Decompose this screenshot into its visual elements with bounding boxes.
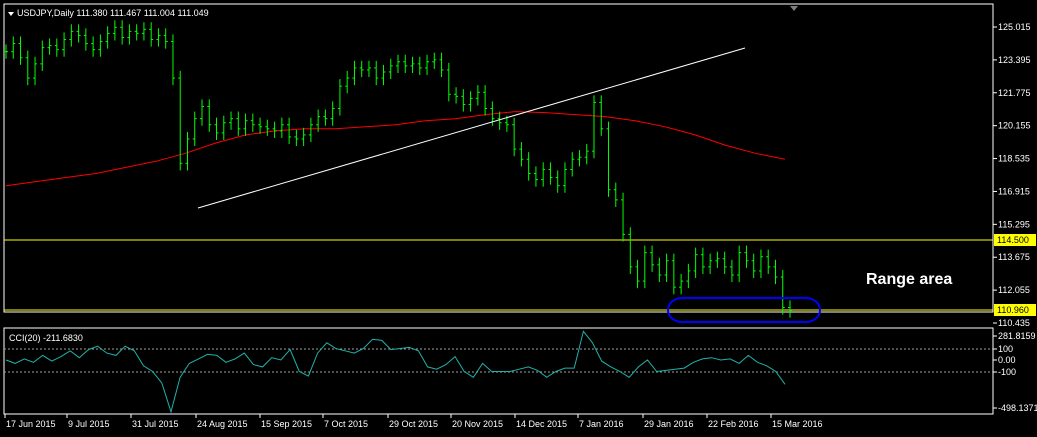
time-tick-label: 14 Dec 2015 [516,419,567,429]
level-badge-110960: 110.960 [994,304,1036,316]
cci-tick-label: -100 [998,367,1016,377]
time-tick-label: 7 Oct 2015 [324,419,368,429]
time-tick-label: 29 Jan 2016 [644,419,694,429]
price-tick-label: 123.395 [998,55,1031,65]
ma-layer [5,111,786,187]
time-tick-label: 24 Aug 2015 [197,419,248,429]
candle-layer [4,20,792,318]
main-frame [3,3,994,415]
cci-tick-label: 100 [998,344,1013,354]
symbol-line: USDJPY,Daily 111.380 111.467 111.004 111… [17,8,209,18]
time-tick-label: 17 Jun 2015 [6,419,56,429]
time-tick-label: 31 Jul 2015 [132,419,179,429]
time-tick-label: 29 Oct 2015 [389,419,438,429]
price-tick-label: 118.535 [998,154,1030,164]
svg-text:114.500: 114.500 [997,235,1029,245]
svg-text:110.960: 110.960 [997,305,1029,315]
price-tick-label: 125.015 [998,22,1031,32]
cci-tick-label: 281.8159 [998,331,1036,341]
price-tick-label: 112.055 [998,285,1030,295]
indicator-title: CCI(20) -211.6830 [9,333,83,343]
time-tick-label: 7 Jan 2016 [579,419,624,429]
level-badge-114500: 114.500 [994,234,1036,246]
price-tick-label: 115.295 [998,219,1030,229]
price-tick-label: 116.915 [998,186,1030,196]
price-tick-label: 113.675 [998,252,1030,262]
time-tick-label: 15 Sep 2015 [261,419,312,429]
price-tick-label: 121.775 [998,88,1031,98]
time-tick-label: 15 Mar 2016 [772,419,823,429]
price-axis: 125.015 123.395 121.775 120.155 118.535 116.9… [993,22,1031,328]
cci-tick-label: -498.1371 [998,403,1037,413]
chart-canvas[interactable]: USDJPY,Daily 111.380 111.467 111.004 111… [0,0,1037,437]
range-label: Range area [866,271,952,288]
time-axis: 17 Jun 2015 9 Jul 2015 31 Jul 2015 24 Aug 2… [4,414,823,429]
price-tick-label: 110.435 [998,318,1030,328]
time-tick-label: 9 Jul 2015 [68,419,110,429]
triangle-down-icon[interactable] [8,12,14,16]
cci-tick-label: 0.00 [998,355,1016,365]
shift-marker-icon[interactable] [790,6,798,11]
price-tick-label: 120.155 [998,121,1031,131]
cci-axis: 281.8159 1000.00 -100 -498.1371 [993,331,1037,413]
time-tick-label: 20 Nov 2015 [452,419,503,429]
ma-line[interactable] [5,111,786,187]
trendline[interactable] [197,47,746,209]
symbol-header[interactable]: USDJPY,Daily 111.380 111.467 111.004 111… [8,8,209,18]
time-tick-label: 22 Feb 2016 [708,419,759,429]
